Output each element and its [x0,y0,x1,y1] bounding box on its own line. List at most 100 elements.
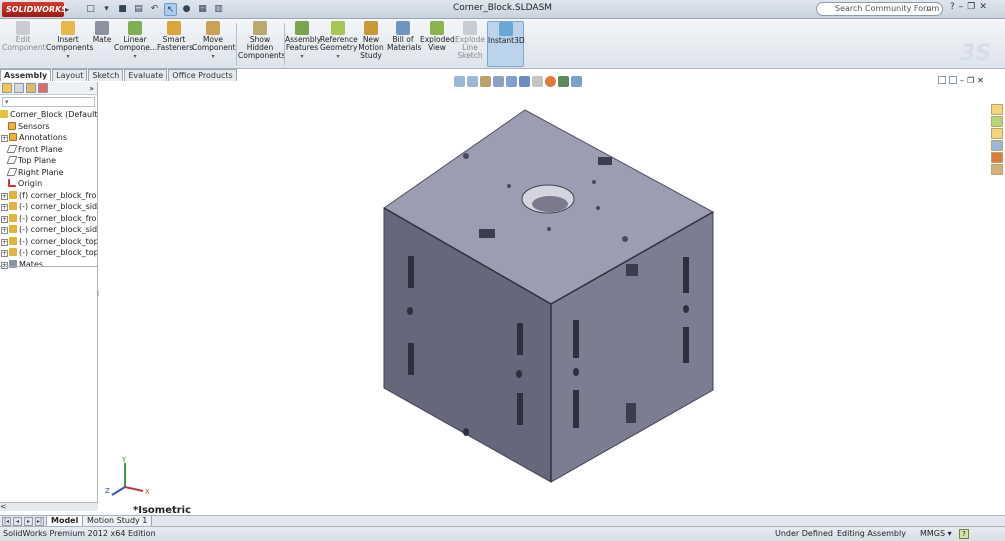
tab-office-products[interactable]: Office Products [168,69,237,81]
dropdown-arrow-icon[interactable]: ▾ [114,53,156,61]
tab-layout[interactable]: Layout [52,69,88,81]
screw-hole [596,206,600,210]
close-icon[interactable]: ✕ [979,2,987,12]
reference-geometry-button[interactable]: Reference Geometry ▾ [320,21,358,61]
tree-item-component[interactable]: + (-) corner_block_top< [0,236,97,248]
tree-item-component[interactable]: + (-) corner_block_top< [0,247,97,259]
split-view-horizontal-icon[interactable] [949,76,957,84]
expand-icon[interactable]: + [1,192,8,200]
plane-icon [6,167,18,176]
cube-model[interactable] [383,109,715,483]
exploded-view-label: Exploded View [420,35,455,52]
tree-item-origin[interactable]: Origin [0,178,97,190]
assembly-features-icon [295,21,309,35]
mate-icon [95,21,109,35]
split-view-icon[interactable] [938,76,946,84]
last-tab-icon[interactable]: ▸| [35,517,44,526]
edit-component-button[interactable]: Edit Component [2,21,46,52]
dropdown-arrow-icon[interactable]: ▾ [192,53,234,61]
close-icon[interactable]: ✕ [977,76,984,85]
dropdown-arrow-icon[interactable]: ▾ [285,53,319,61]
expand-icon[interactable]: + [1,227,8,234]
view-settings-icon[interactable] [571,76,582,87]
units-dropdown-icon[interactable]: ▾ [948,529,952,538]
help-icon[interactable]: ? [950,2,955,12]
search-input[interactable]: Search Community Forum [816,2,943,16]
view-palette-icon[interactable] [991,140,1003,151]
property-manager-tab-icon[interactable] [14,83,24,93]
explode-line-icon [463,21,477,35]
scroll-left-icon[interactable]: < [0,502,7,511]
feature-manager-scrollbar[interactable]: < [0,502,98,511]
assembly-features-button[interactable]: Assembly Features ▾ [285,21,321,61]
tab-sketch[interactable]: Sketch [88,69,124,81]
show-hidden-components-button[interactable]: Show Hidden Components [238,21,285,60]
mate-button[interactable]: Mate [91,21,113,44]
tree-root[interactable]: Corner_Block (Default<D [0,109,97,121]
tree-item-component[interactable]: + (-) corner_block_side< [0,224,97,236]
move-component-button[interactable]: Move Component ▾ [192,21,236,61]
units-selector[interactable]: MMGS ▾ [920,527,952,541]
explode-line-sketch-button[interactable]: Explode Line Sketch [454,21,486,60]
zoom-to-fit-icon[interactable] [454,76,465,87]
linear-component-pattern-button[interactable]: Linear Compone... ▾ [114,21,157,61]
bill-of-materials-button[interactable]: Bill of Materials [387,21,421,52]
expand-icon[interactable]: + [1,204,8,211]
right-hole [683,305,689,313]
previous-view-icon[interactable] [480,76,491,87]
prev-tab-icon[interactable]: ◂ [13,517,22,526]
feature-tree-tab-icon[interactable] [2,83,12,93]
tree-item-mates[interactable]: + Mates [0,259,97,271]
smart-fasteners-button[interactable]: Smart Fasteners [157,21,193,52]
solidworks-resources-icon[interactable] [991,104,1003,115]
graphics-area[interactable]: Y X Z [99,82,1005,515]
model-canvas[interactable]: Y X Z [99,82,1005,515]
tab-assembly[interactable]: Assembly [0,69,52,81]
file-explorer-icon[interactable] [991,128,1003,139]
section-view-icon[interactable] [493,76,504,87]
expand-icon[interactable]: + [1,135,8,142]
hide-show-items-icon[interactable] [532,76,543,87]
restore-icon[interactable]: ❐ [967,2,975,12]
restore-icon[interactable]: ❐ [967,76,974,85]
tree-item-component[interactable]: + (-) corner_block_side< [0,201,97,213]
insert-components-button[interactable]: Insert Components ▾ [46,21,93,61]
expand-panel-icon[interactable]: » [89,84,94,93]
minimize-icon[interactable]: – [960,76,964,85]
tree-item-label: Right Plane [18,167,64,177]
edit-appearance-icon[interactable] [545,76,556,87]
view-orientation-icon[interactable] [506,76,517,87]
dropdown-arrow-icon[interactable]: ▾ [320,53,356,61]
quick-tips-help-icon[interactable]: ? [959,529,969,539]
custom-properties-icon[interactable] [991,164,1003,175]
new-motion-study-button[interactable]: New Motion Study [358,21,384,60]
expand-icon[interactable]: + [1,250,8,257]
first-tab-icon[interactable]: |◂ [2,517,11,526]
tree-item-sensors[interactable]: Sensors [0,121,97,133]
expand-icon[interactable]: + [1,238,8,246]
tree-item-component[interactable]: + (-) corner_block_front [0,213,97,225]
next-tab-icon[interactable]: ▸ [24,517,33,526]
apply-scene-icon[interactable] [558,76,569,87]
tree-item-right-plane[interactable]: Right Plane [0,167,97,179]
design-library-icon[interactable] [991,116,1003,127]
tab-evaluate[interactable]: Evaluate [124,69,168,81]
tree-item-component[interactable]: + (f) corner_block_front [0,190,97,202]
expand-icon[interactable]: + [1,215,8,223]
tree-filter-input[interactable]: ▾ [2,97,95,107]
minimize-icon[interactable]: – [959,2,964,12]
display-manager-tab-icon[interactable] [38,83,48,93]
dropdown-arrow-icon[interactable]: ▾ [46,53,90,61]
expand-icon[interactable]: + [1,261,8,269]
exploded-view-button[interactable]: Exploded View [420,21,455,52]
zoom-to-area-icon[interactable] [467,76,478,87]
title-bar: SOLIDWORKS ▸ □ ▾ ■ ▤ ↶ ↖ ● ▦ ▥ Corner_Bl… [0,0,1005,19]
tree-item-top-plane[interactable]: Top Plane [0,155,97,167]
instant3d-button[interactable]: Instant3D [487,21,525,67]
tree-item-front-plane[interactable]: Front Plane [0,144,97,156]
search-icon[interactable]: ⌕ [926,3,932,14]
display-style-icon[interactable] [519,76,530,87]
tree-item-annotations[interactable]: + Annotations [0,132,97,144]
configuration-manager-tab-icon[interactable] [26,83,36,93]
appearances-icon[interactable] [991,152,1003,163]
